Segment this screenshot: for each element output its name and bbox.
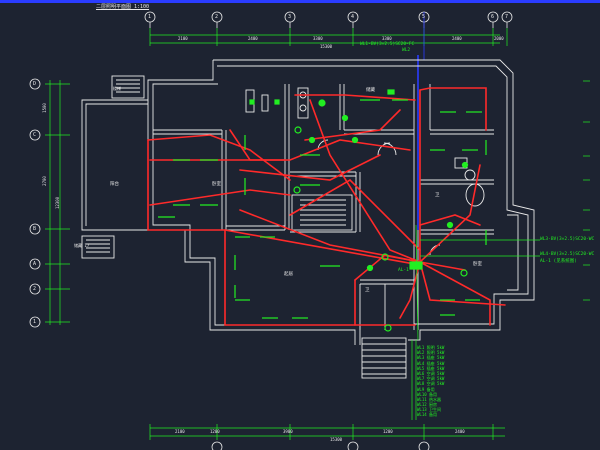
dim-left-1: 1500 — [41, 103, 47, 113]
riser-note-2: WL2 — [402, 48, 411, 53]
room-label-bedroom-1: 卧室 — [212, 182, 221, 187]
dim-top-total: 15300 — [320, 44, 333, 49]
room-label-balcony: 阳台 — [110, 182, 119, 187]
circuit-legend: WL1 照明 5kW WL2 照明 5kW WL3 插座 5kW WL4 插座 … — [417, 345, 444, 418]
dim-bottom-1: 2100 — [175, 429, 185, 434]
dim-top-2: 2400 — [248, 36, 258, 41]
dim-bottom-3: 3900 — [283, 429, 293, 434]
axis-label-left-2: 2 — [33, 286, 37, 292]
room-label-bath2: 卫 — [435, 193, 440, 198]
dim-bottom-4: 1200 — [383, 429, 393, 434]
dim-top-1: 2100 — [178, 36, 188, 41]
axis-label-top-5: 5 — [422, 14, 426, 20]
axis-label-top-1: 1 — [148, 14, 152, 20]
riser-note: WL1-BV(3×2.5)SC20-FC — [360, 42, 415, 47]
room-label-bedroom-2: 卧室 — [473, 262, 482, 267]
axis-label-left-d: D — [33, 81, 37, 87]
axis-label-top-3: 3 — [288, 14, 292, 20]
dim-top-5: 2400 — [452, 36, 462, 41]
dim-left-2: 2700 — [41, 176, 47, 186]
dim-left-total: 12300 — [55, 196, 61, 210]
dim-bottom-5: 2400 — [455, 429, 465, 434]
dim-bottom-2: 1200 — [210, 429, 220, 434]
room-label-store: 储藏 — [366, 88, 375, 93]
bottom-dimension-lines — [149, 424, 505, 440]
panel-label: AL-1 — [398, 268, 409, 273]
room-label-stair: 楼梯 — [113, 86, 121, 91]
floor-plan — [29, 11, 590, 450]
axis-label-left-a: A — [33, 261, 37, 267]
axis-label-left-1: 1 — [33, 319, 37, 325]
axis-label-left-b: B — [33, 226, 37, 232]
legend-item: WL3 插座 5kW — [417, 355, 445, 361]
dim-bottom-total: 15300 — [330, 437, 343, 442]
axis-label-top-7: 7 — [505, 14, 509, 20]
axis-label-top-6: 6 — [491, 14, 495, 20]
axis-label-left-c: C — [33, 132, 37, 138]
legend-item: WL14 备用 — [417, 412, 438, 418]
room-label-bath: 卫 — [365, 288, 370, 293]
top-axis-bubbles — [144, 11, 513, 28]
left-label: 储藏 17 — [74, 243, 90, 248]
right-note-2: WL4-BV(3×2.5)SC20-WC — [540, 252, 595, 257]
dim-top-3: 3300 — [313, 36, 323, 41]
right-note-1: WL3-BV(3×2.5)SC20-WC — [540, 237, 595, 242]
dim-top-6: 2000 — [494, 36, 504, 41]
wiring-circuits — [147, 87, 506, 326]
axis-label-top-4: 4 — [351, 14, 355, 20]
axis-label-top-2: 2 — [215, 14, 219, 20]
room-label-living: 起居 — [284, 272, 293, 277]
cad-drawing-canvas[interactable]: 二层照明平面图 1:100 1 2 3 4 5 6 7 D C B A 2 1 … — [0, 0, 600, 450]
lighting-fixtures — [158, 89, 487, 332]
bottom-axis-bubbles — [211, 441, 430, 450]
right-edge-marks — [583, 80, 590, 301]
right-note-3: AL-1 (见系统图) — [540, 259, 577, 264]
legend-item: WL4 插座 5kW — [417, 360, 445, 366]
legend-item: WL8 空调 5kW — [417, 381, 445, 387]
